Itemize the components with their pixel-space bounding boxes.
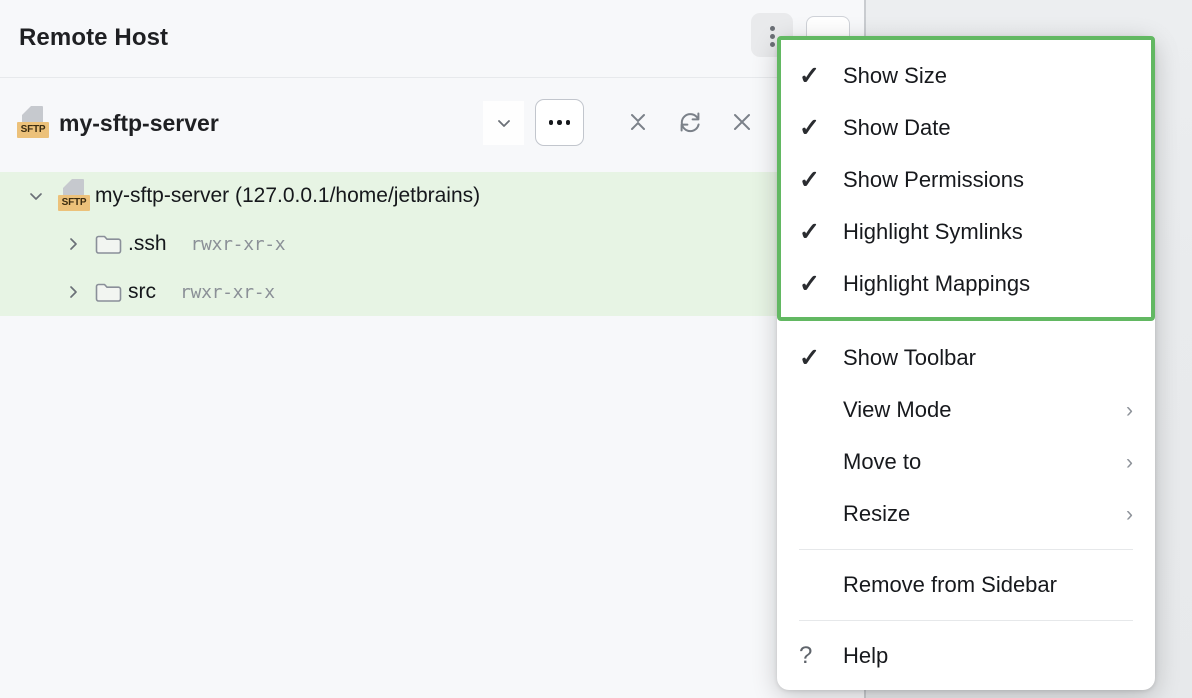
folder-icon <box>95 233 122 255</box>
chevron-right-icon[interactable] <box>62 233 84 255</box>
more-vertical-icon-dot <box>770 34 775 39</box>
menu-item-label: Show Permissions <box>843 167 1024 193</box>
screen-root: Remote Host SFTP my-sftp-server <box>0 0 1192 698</box>
menu-item-show-toolbar[interactable]: ✓ Show Toolbar <box>777 332 1155 384</box>
tool-window-options-menu: ✓ Show Size ✓ Show Date ✓ Show Permissio… <box>777 36 1155 690</box>
refresh-icon <box>676 108 704 136</box>
help-icon: ? <box>799 644 843 668</box>
sftp-server-icon: SFTP <box>58 179 90 213</box>
server-selector[interactable]: SFTP my-sftp-server <box>17 106 219 140</box>
collapse-all-button[interactable] <box>615 99 661 145</box>
menu-item-move-to[interactable]: Move to › <box>777 436 1155 488</box>
menu-item-label: Resize <box>843 501 910 527</box>
menu-group-gap <box>777 310 1155 332</box>
menu-item-label: Show Toolbar <box>843 345 976 371</box>
check-icon: ✓ <box>799 346 843 371</box>
check-icon: ✓ <box>799 116 843 141</box>
menu-item-show-date[interactable]: ✓ Show Date <box>777 102 1155 154</box>
chevron-right-icon[interactable] <box>62 281 84 303</box>
menu-separator <box>799 620 1133 621</box>
tool-window-header: Remote Host <box>0 0 863 78</box>
menu-item-label: View Mode <box>843 397 951 423</box>
menu-separator <box>799 549 1133 550</box>
ellipsis-icon-dot <box>557 120 562 125</box>
menu-item-label: Highlight Mappings <box>843 271 1030 297</box>
menu-item-label: Remove from Sidebar <box>843 572 1057 598</box>
tree-node-label: .ssh <box>128 232 167 256</box>
chevron-right-icon: › <box>1126 452 1133 473</box>
tree-node-label: my-sftp-server (127.0.0.1/home/jetbrains… <box>95 184 480 208</box>
table-row[interactable]: .ssh rwxr-xr-x <box>0 220 863 268</box>
chevron-right-icon: › <box>1126 504 1133 525</box>
ellipsis-icon-dot <box>566 120 571 125</box>
more-vertical-icon <box>770 26 775 31</box>
remote-host-tool-window: Remote Host SFTP my-sftp-server <box>0 0 863 698</box>
remote-file-tree: SFTP my-sftp-server (127.0.0.1/home/jetb… <box>0 172 863 316</box>
close-icon <box>729 109 755 135</box>
check-icon: ✓ <box>799 272 843 297</box>
folder-icon <box>95 281 122 303</box>
chevron-down-icon <box>493 112 515 134</box>
collapse-all-icon <box>625 109 651 135</box>
menu-item-remove-from-sidebar[interactable]: Remove from Sidebar <box>777 559 1155 611</box>
menu-item-view-mode[interactable]: View Mode › <box>777 384 1155 436</box>
menu-item-label: Show Date <box>843 115 951 141</box>
check-icon: ✓ <box>799 168 843 193</box>
page-title: Remote Host <box>19 24 168 52</box>
check-icon: ✓ <box>799 220 843 245</box>
menu-item-highlight-mappings[interactable]: ✓ Highlight Mappings <box>777 258 1155 310</box>
ellipsis-icon-dot <box>549 120 554 125</box>
permissions-label: rwxr-xr-x <box>180 282 275 303</box>
permissions-label: rwxr-xr-x <box>191 234 286 255</box>
sftp-badge-label: SFTP <box>17 122 49 138</box>
menu-item-show-permissions[interactable]: ✓ Show Permissions <box>777 154 1155 206</box>
menu-item-label: Move to <box>843 449 921 475</box>
server-dropdown-button[interactable] <box>483 101 524 145</box>
menu-item-label: Help <box>843 643 888 669</box>
tree-node-label: src <box>128 280 156 304</box>
more-vertical-icon-dot <box>770 42 775 47</box>
menu-item-resize[interactable]: Resize › <box>777 488 1155 540</box>
sftp-badge-label: SFTP <box>58 195 90 211</box>
menu-item-show-size[interactable]: ✓ Show Size <box>777 50 1155 102</box>
table-row[interactable]: src rwxr-xr-x <box>0 268 863 316</box>
menu-item-label: Highlight Symlinks <box>843 219 1023 245</box>
chevron-down-icon[interactable] <box>25 185 47 207</box>
chevron-right-icon: › <box>1126 400 1133 421</box>
close-button[interactable] <box>719 99 765 145</box>
menu-item-help[interactable]: ? Help <box>777 630 1155 682</box>
server-name-label: my-sftp-server <box>59 110 219 137</box>
check-icon: ✓ <box>799 64 843 89</box>
menu-item-label: Show Size <box>843 63 947 89</box>
menu-item-highlight-symlinks[interactable]: ✓ Highlight Symlinks <box>777 206 1155 258</box>
toolbar-ellipsis-button[interactable] <box>535 99 584 146</box>
table-row[interactable]: SFTP my-sftp-server (127.0.0.1/home/jetb… <box>0 172 863 220</box>
refresh-button[interactable] <box>667 99 713 145</box>
sftp-server-icon: SFTP <box>17 106 49 140</box>
